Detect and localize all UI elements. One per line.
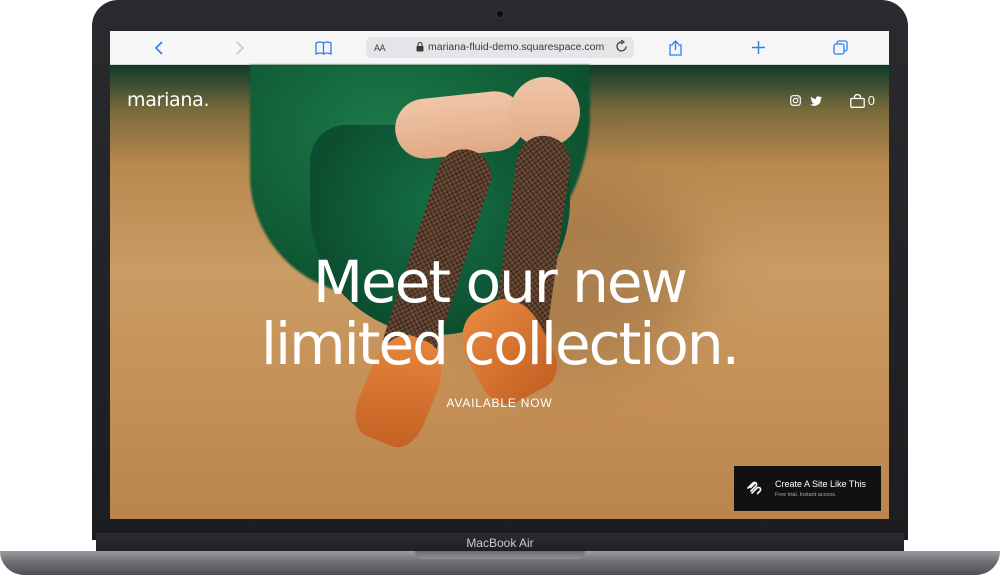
site-logo[interactable]: mariana. (127, 89, 210, 111)
tabs-icon[interactable] (825, 31, 855, 64)
url-text: mariana-fluid-demo.squarespace.com (428, 41, 605, 53)
device-label: MacBook Air (466, 536, 534, 550)
reload-icon[interactable] (616, 40, 628, 53)
camera (497, 11, 503, 17)
hero-section: mariana. 0 Meet our new limited collecti… (110, 65, 889, 519)
lock-icon (416, 42, 424, 52)
new-tab-icon[interactable] (743, 31, 773, 64)
bookmarks-icon[interactable] (308, 31, 338, 64)
squarespace-logo-icon (747, 481, 762, 495)
create-site-badge[interactable]: Create A Site Like This Free trial. Inst… (734, 466, 881, 511)
cart-icon[interactable] (849, 93, 865, 108)
share-icon[interactable] (660, 31, 690, 64)
back-icon[interactable] (144, 31, 174, 64)
headline-line-1: Meet our new (313, 248, 688, 316)
headline-line-2: limited collection. (260, 310, 740, 378)
browser-screen: AA mariana-fluid-demo.squarespace.com ma… (110, 31, 889, 519)
text-size-button[interactable]: AA (374, 43, 386, 53)
forward-icon[interactable] (225, 31, 255, 64)
hero-headline: Meet our new limited collection. (110, 251, 889, 375)
twitter-icon[interactable] (809, 95, 822, 106)
available-now-link[interactable]: AVAILABLE NOW (110, 396, 889, 410)
badge-title: Create A Site Like This (775, 479, 866, 489)
trackpad-notch (415, 551, 585, 559)
cart-count[interactable]: 0 (868, 93, 875, 108)
address-bar[interactable]: AA mariana-fluid-demo.squarespace.com (366, 37, 634, 58)
safari-toolbar: AA mariana-fluid-demo.squarespace.com (110, 31, 889, 65)
instagram-icon[interactable] (789, 95, 801, 106)
header-icons: 0 (789, 93, 875, 108)
badge-subtitle: Free trial. Instant access. (775, 492, 837, 498)
